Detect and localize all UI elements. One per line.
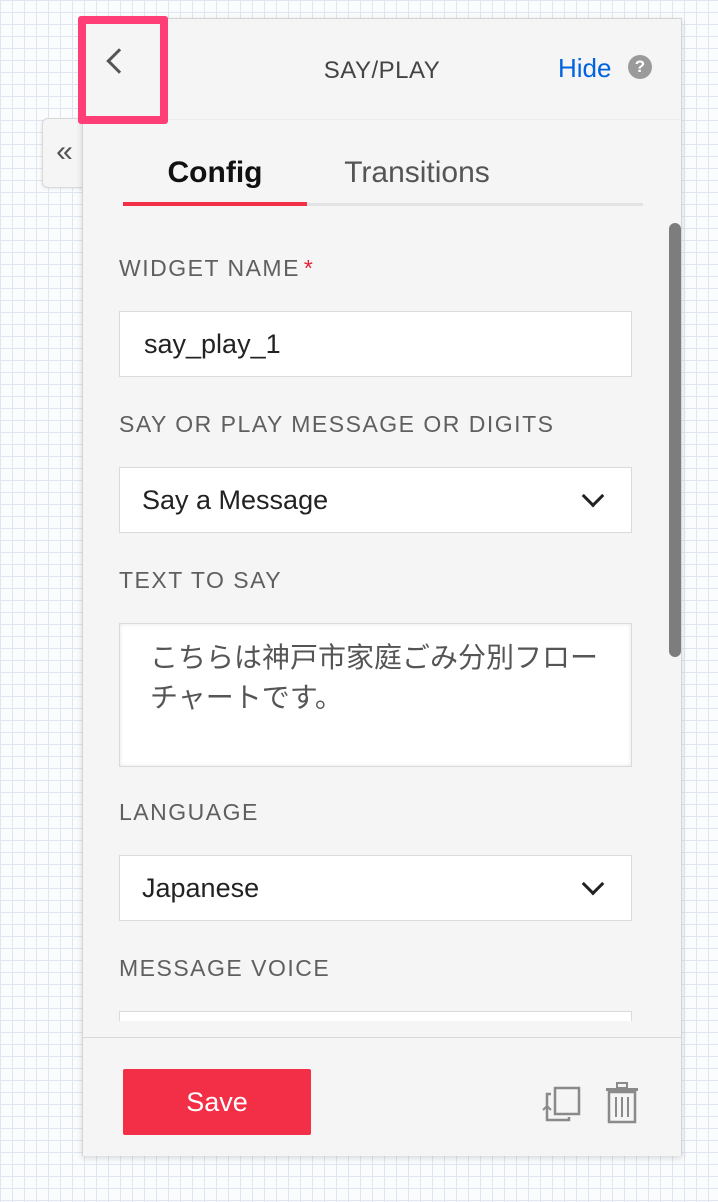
text-to-say-textarea[interactable]: こちらは神戸市家庭ごみ分別フローチャートです。 [119,623,632,767]
scrollbar-thumb[interactable] [669,223,681,657]
tab-transitions[interactable]: Transitions [307,153,527,203]
language-value: Japanese [142,873,260,903]
chevron-down-icon [581,484,605,508]
text-to-say-label: TEXT TO SAY [119,567,283,593]
chevron-down-icon [581,872,605,896]
trash-icon[interactable] [605,1082,639,1124]
collapse-panel-tab[interactable]: « [42,118,86,188]
double-chevron-left-icon: « [56,135,73,168]
say-or-play-label: SAY OR PLAY MESSAGE OR DIGITS [119,411,555,437]
language-label: LANGUAGE [119,799,259,825]
required-marker: * [303,255,315,281]
widget-config-panel: SAY/PLAY Hide ? Config Transitions WIDGE… [78,16,682,1156]
language-select[interactable]: Japanese [119,855,632,921]
widget-name-label: WIDGET NAME * [119,255,315,281]
widget-name-input[interactable]: say_play_1 [119,311,632,377]
tab-config[interactable]: Config [123,153,307,206]
duplicate-icon[interactable] [541,1084,583,1124]
hide-link[interactable]: Hide [558,53,611,84]
message-voice-select[interactable] [119,1011,632,1021]
help-icon[interactable]: ? [628,55,652,79]
say-or-play-value: Say a Message [142,485,329,515]
say-or-play-select[interactable]: Say a Message [119,467,632,533]
panel-header: SAY/PLAY Hide ? [78,16,681,124]
message-voice-label: MESSAGE VOICE [119,955,331,981]
tab-bar: Config Transitions [123,153,643,206]
save-button[interactable]: Save [123,1069,311,1135]
panel-footer: Save [83,1037,681,1156]
